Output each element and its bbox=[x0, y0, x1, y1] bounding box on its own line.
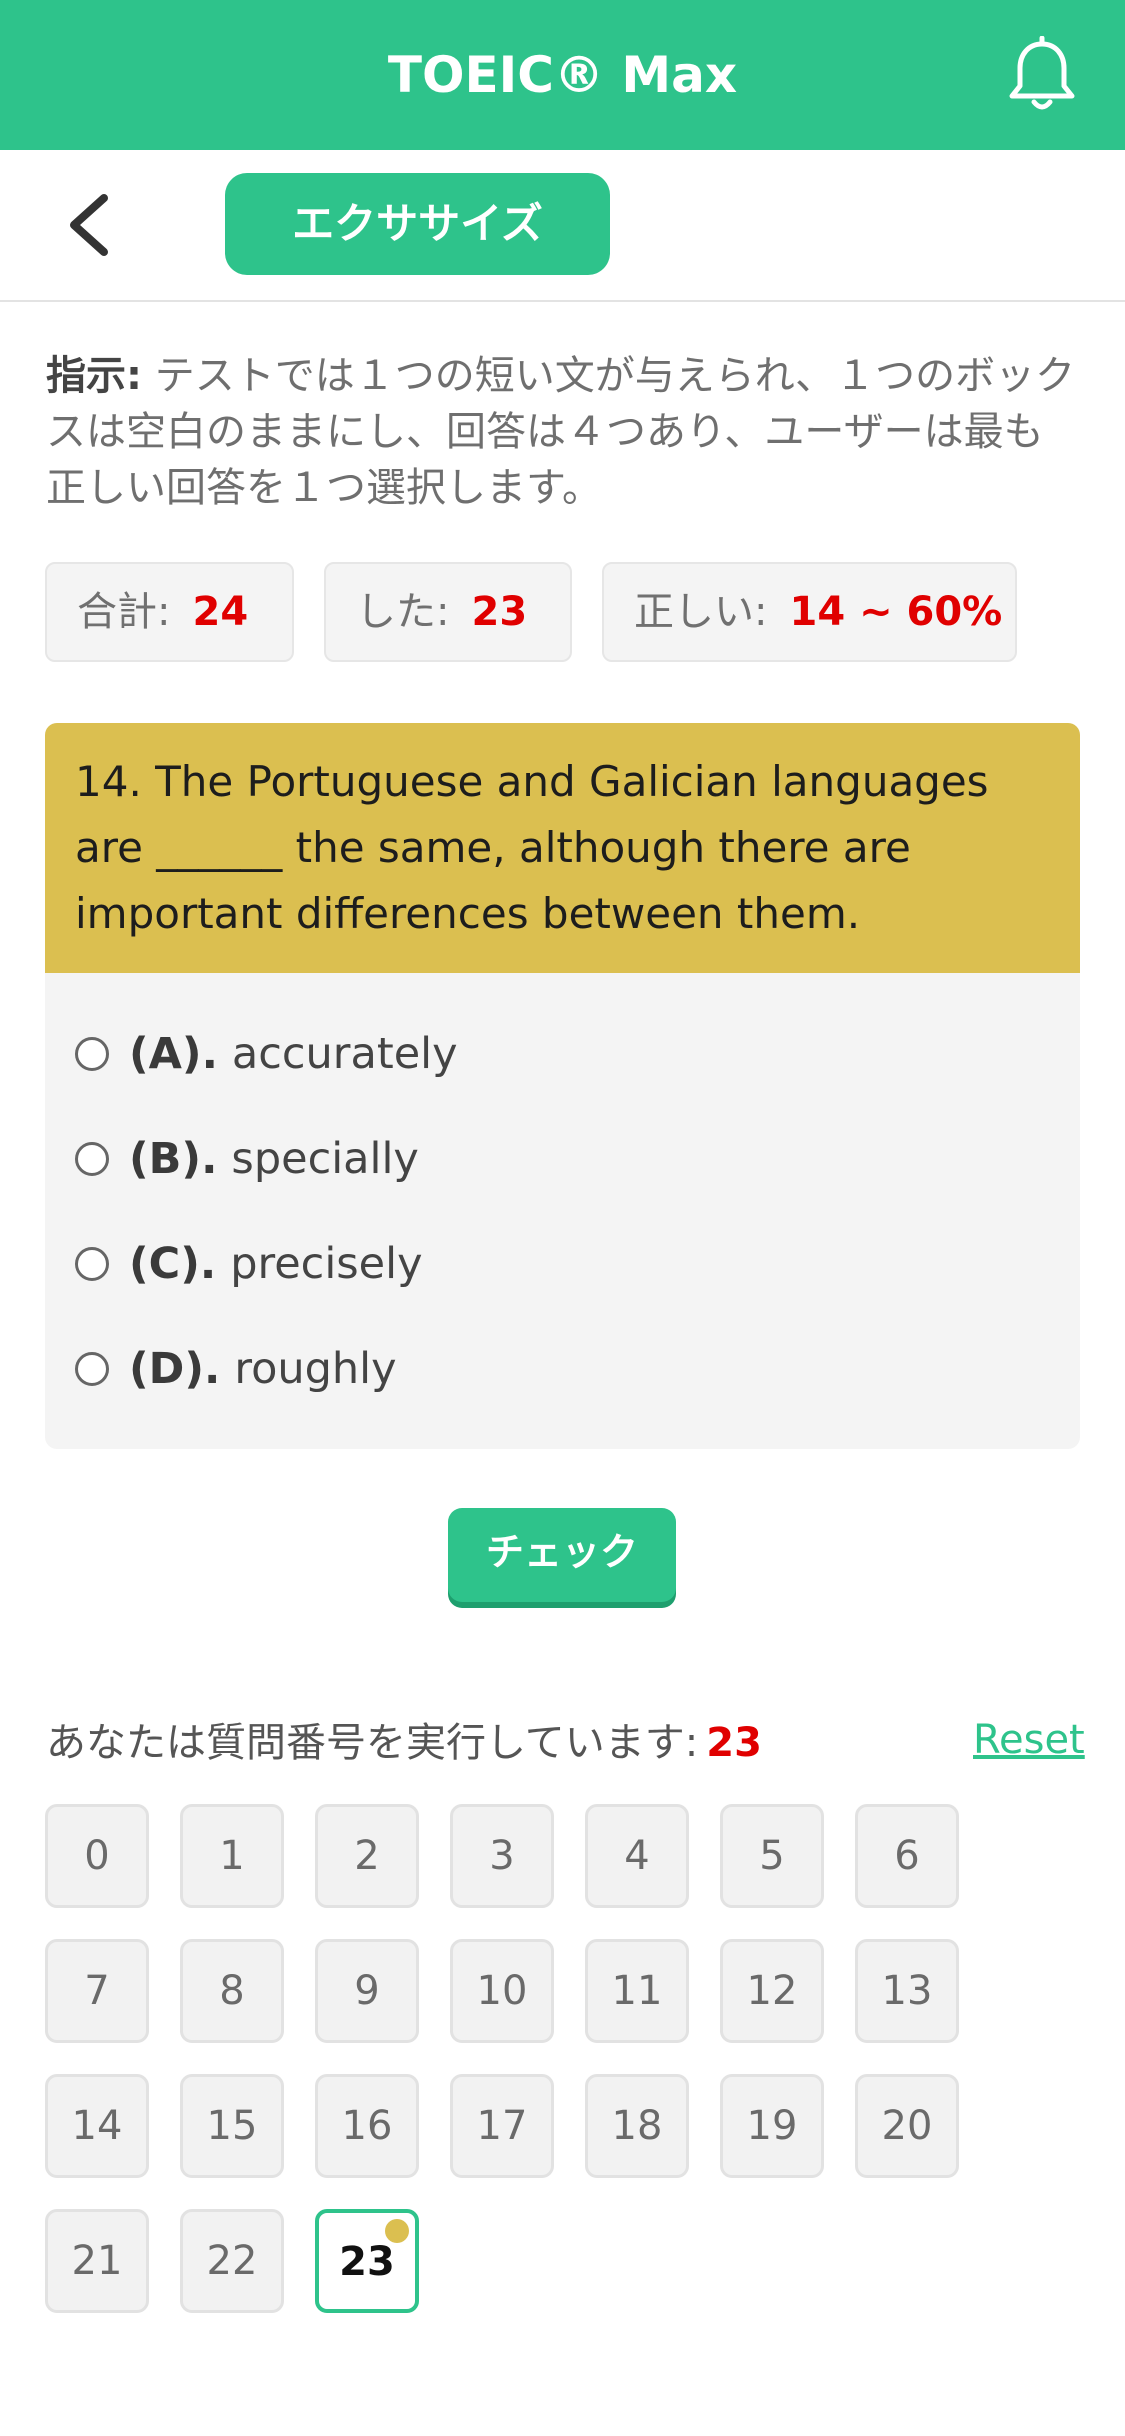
instructions: 指示: テストでは１つの短い文が与えられ、１つのボックスは空白のままにし、回答は… bbox=[46, 348, 1076, 516]
question-number-label: 21 bbox=[71, 2238, 123, 2284]
option-text: specially bbox=[231, 1133, 419, 1184]
question-number-button[interactable]: 1 bbox=[180, 1804, 284, 1908]
question-number-label: 7 bbox=[84, 1968, 110, 2014]
radio-button[interactable] bbox=[75, 1351, 109, 1386]
question-number-label: 15 bbox=[206, 2103, 258, 2149]
question-number-label: 10 bbox=[476, 1968, 528, 2014]
question-number-button[interactable]: 18 bbox=[585, 2074, 689, 2178]
question-number-button[interactable]: 13 bbox=[855, 1939, 959, 2043]
question-number-label: 0 bbox=[84, 1833, 110, 1879]
question-number-label: 22 bbox=[206, 2238, 258, 2284]
option-text: accurately bbox=[231, 1028, 458, 1079]
instructions-label: 指示: bbox=[46, 353, 142, 399]
question-number-label: 18 bbox=[611, 2103, 663, 2149]
radio-button[interactable] bbox=[75, 1246, 109, 1281]
question-number-label: 17 bbox=[476, 2103, 528, 2149]
question-number-button[interactable]: 14 bbox=[45, 2074, 149, 2178]
option-a[interactable]: (A). accurately bbox=[45, 1001, 1080, 1106]
question-number-label: 12 bbox=[746, 1968, 798, 2014]
app-title: TOEIC® Max bbox=[387, 46, 738, 104]
option-text: roughly bbox=[234, 1343, 397, 1394]
question-card: 14. The Portuguese and Galician language… bbox=[45, 723, 1080, 1449]
question-number-label: 8 bbox=[219, 1968, 245, 2014]
stat-done-value: 23 bbox=[471, 589, 528, 635]
question-number-label: 16 bbox=[341, 2103, 393, 2149]
progress-label: あなたは質問番号を実行しています: bbox=[46, 1720, 699, 1766]
question-number-button[interactable]: 9 bbox=[315, 1939, 419, 2043]
question-number-button[interactable]: 22 bbox=[180, 2209, 284, 2313]
current-indicator-dot bbox=[385, 2219, 409, 2243]
option-text: precisely bbox=[230, 1238, 423, 1289]
check-button[interactable]: チェック bbox=[448, 1508, 676, 1602]
question-number-label: 6 bbox=[894, 1833, 920, 1879]
bell-icon[interactable] bbox=[1006, 36, 1078, 116]
question-text: 14. The Portuguese and Galician language… bbox=[45, 723, 1080, 973]
question-number-button[interactable]: 7 bbox=[45, 1939, 149, 2043]
question-number-label: 2 bbox=[354, 1833, 380, 1879]
option-letter: (D). bbox=[129, 1343, 221, 1394]
back-arrow-icon[interactable] bbox=[62, 190, 122, 260]
question-number-button[interactable]: 6 bbox=[855, 1804, 959, 1908]
answer-options: (A). accurately (B). specially (C). prec… bbox=[45, 973, 1080, 1421]
option-letter: (B). bbox=[129, 1133, 218, 1184]
question-number-label: 20 bbox=[881, 2103, 933, 2149]
question-number-label: 3 bbox=[489, 1833, 515, 1879]
question-number-button[interactable]: 17 bbox=[450, 2074, 554, 2178]
question-number-button[interactable]: 2 bbox=[315, 1804, 419, 1908]
progress-current: 23 bbox=[706, 1720, 762, 1766]
question-number-button[interactable]: 10 bbox=[450, 1939, 554, 2043]
question-number-button[interactable]: 4 bbox=[585, 1804, 689, 1908]
stat-done-label: した: bbox=[356, 589, 450, 635]
question-number-button[interactable]: 15 bbox=[180, 2074, 284, 2178]
progress-indicator: あなたは質問番号を実行しています: 23 bbox=[46, 1715, 762, 1771]
question-number-button[interactable]: 21 bbox=[45, 2209, 149, 2313]
question-number-button[interactable]: 20 bbox=[855, 2074, 959, 2178]
sub-header: エクササイズ bbox=[0, 150, 1125, 302]
option-b[interactable]: (B). specially bbox=[45, 1106, 1080, 1211]
question-number-label: 23 bbox=[339, 2239, 395, 2285]
option-c[interactable]: (C). precisely bbox=[45, 1211, 1080, 1316]
question-number-label: 13 bbox=[881, 1968, 933, 2014]
reset-link[interactable]: Reset bbox=[973, 1712, 1085, 1768]
option-d[interactable]: (D). roughly bbox=[45, 1316, 1080, 1421]
option-letter: (C). bbox=[129, 1238, 217, 1289]
app-header: TOEIC® Max bbox=[0, 0, 1125, 150]
stat-correct-label: 正しい: bbox=[634, 589, 768, 635]
question-number-label: 19 bbox=[746, 2103, 798, 2149]
radio-button[interactable] bbox=[75, 1036, 109, 1071]
question-number-button[interactable]: 16 bbox=[315, 2074, 419, 2178]
question-number-button[interactable]: 11 bbox=[585, 1939, 689, 2043]
question-number-label: 5 bbox=[759, 1833, 785, 1879]
question-number-label: 1 bbox=[219, 1833, 245, 1879]
question-number-label: 14 bbox=[71, 2103, 123, 2149]
question-number-label: 4 bbox=[624, 1833, 650, 1879]
question-number-button[interactable]: 19 bbox=[720, 2074, 824, 2178]
stat-correct-value: 14 ~ 60% bbox=[789, 589, 1003, 635]
question-number-button[interactable]: 8 bbox=[180, 1939, 284, 2043]
question-number-label: 11 bbox=[611, 1968, 663, 2014]
question-number-button[interactable]: 12 bbox=[720, 1939, 824, 2043]
question-number-button[interactable]: 0 bbox=[45, 1804, 149, 1908]
stat-total-label: 合計: bbox=[77, 589, 171, 635]
radio-button[interactable] bbox=[75, 1141, 109, 1176]
question-number-button[interactable]: 23 bbox=[315, 2209, 419, 2313]
question-number-button[interactable]: 3 bbox=[450, 1804, 554, 1908]
instructions-text: テストでは１つの短い文が与えられ、１つのボックスは空白のままにし、回答は４つあり… bbox=[46, 353, 1076, 511]
stat-total-value: 24 bbox=[192, 589, 249, 635]
stat-done: した: 23 bbox=[324, 562, 572, 662]
exercise-tab-button[interactable]: エクササイズ bbox=[225, 173, 610, 275]
stat-total: 合計: 24 bbox=[45, 562, 294, 662]
option-letter: (A). bbox=[129, 1028, 218, 1079]
question-number-button[interactable]: 5 bbox=[720, 1804, 824, 1908]
stat-correct: 正しい: 14 ~ 60% bbox=[602, 562, 1017, 662]
question-number-label: 9 bbox=[354, 1968, 380, 2014]
